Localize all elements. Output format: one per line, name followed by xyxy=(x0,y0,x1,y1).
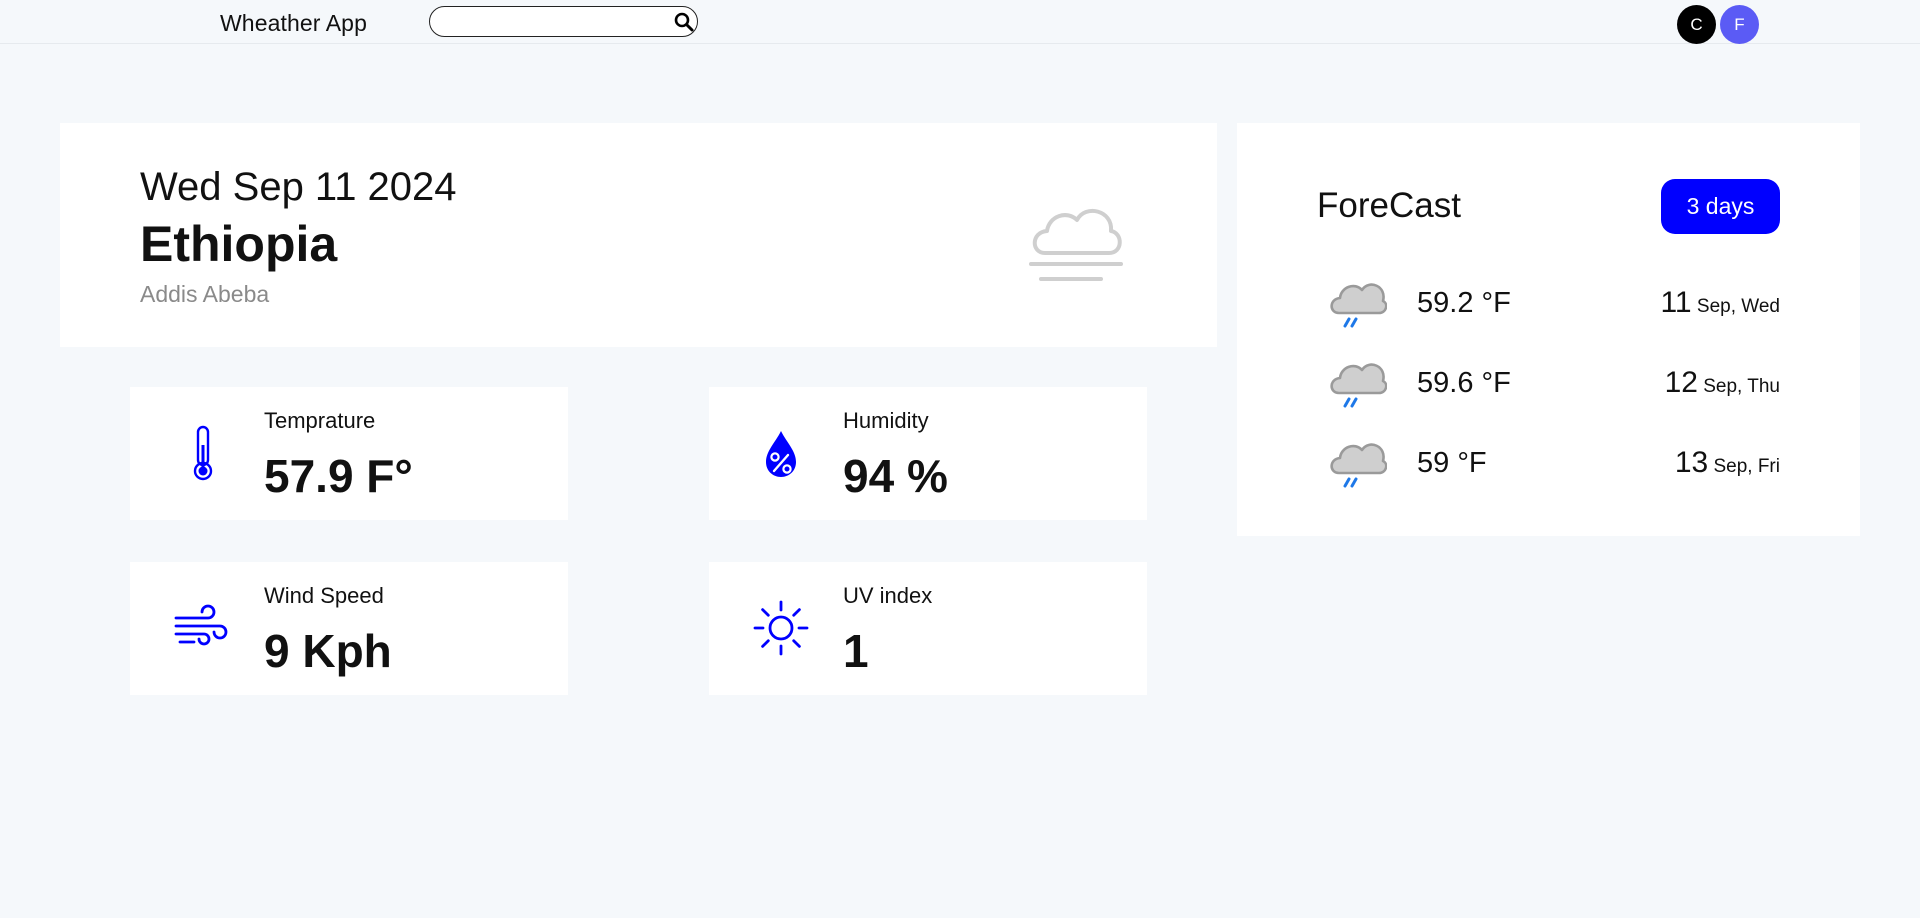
forecast-range-button[interactable]: 3 days xyxy=(1661,179,1780,234)
uv-index-card: UV index 1 xyxy=(709,562,1147,695)
cloud-fog-icon xyxy=(1025,198,1125,283)
temperature-card: Temprature 57.9 F° xyxy=(130,387,568,520)
rain-cloud-icon xyxy=(1325,273,1388,335)
forecast-date: 11 Sep, Wed xyxy=(1660,286,1780,320)
top-bar: Wheather App C F xyxy=(0,0,1920,44)
forecast-day-number: 12 xyxy=(1664,366,1698,399)
search-icon[interactable] xyxy=(673,11,695,33)
search-input[interactable] xyxy=(442,11,662,33)
rain-cloud-icon xyxy=(1325,353,1388,415)
forecast-date: 13 Sep, Fri xyxy=(1675,446,1780,480)
country-name: Ethiopia xyxy=(140,216,338,272)
forecast-day-rest: Sep, Fri xyxy=(1708,456,1780,477)
wind-speed-value: 9 Kph xyxy=(264,625,392,677)
rain-cloud-icon xyxy=(1325,433,1388,495)
forecast-card: ForeCast 3 days 59.2 °F 11 Sep, Wed 59.6… xyxy=(1237,123,1860,536)
uv-index-label: UV index xyxy=(843,583,933,608)
forecast-day-number: 11 xyxy=(1660,286,1692,319)
wind-speed-label: Wind Speed xyxy=(264,583,384,608)
humidity-drop-icon xyxy=(751,423,811,483)
thermometer-icon xyxy=(172,423,232,483)
forecast-row: 59.6 °F 12 Sep, Thu xyxy=(1237,353,1860,423)
app-title: Wheather App xyxy=(220,10,367,36)
current-weather-card: Wed Sep 11 2024 Ethiopia Addis Abeba xyxy=(60,123,1217,347)
humidity-card: Humidity 94 % xyxy=(709,387,1147,520)
forecast-day-rest: Sep, Wed xyxy=(1691,296,1780,317)
forecast-row: 59 °F 13 Sep, Fri xyxy=(1237,433,1860,503)
forecast-date: 12 Sep, Thu xyxy=(1665,366,1780,400)
temperature-value: 57.9 F° xyxy=(264,450,413,502)
forecast-title: ForeCast xyxy=(1317,186,1461,225)
avatar[interactable]: C xyxy=(1677,5,1716,44)
humidity-value: 94 % xyxy=(843,450,948,502)
humidity-label: Humidity xyxy=(843,408,929,433)
temperature-label: Temprature xyxy=(264,408,376,433)
forecast-temp: 59 °F xyxy=(1417,447,1487,479)
current-date: Wed Sep 11 2024 xyxy=(140,165,457,209)
avatar[interactable]: F xyxy=(1720,5,1759,44)
forecast-row: 59.2 °F 11 Sep, Wed xyxy=(1237,273,1860,343)
forecast-temp: 59.2 °F xyxy=(1417,287,1511,319)
forecast-day-number: 13 xyxy=(1674,446,1709,479)
wind-icon xyxy=(172,598,232,658)
forecast-temp: 59.6 °F xyxy=(1417,367,1511,399)
sun-icon xyxy=(751,598,811,658)
uv-index-value: 1 xyxy=(843,625,869,677)
search-box[interactable] xyxy=(429,6,698,37)
city-name: Addis Abeba xyxy=(140,281,270,307)
wind-speed-card: Wind Speed 9 Kph xyxy=(130,562,568,695)
forecast-day-rest: Sep, Thu xyxy=(1697,376,1780,397)
